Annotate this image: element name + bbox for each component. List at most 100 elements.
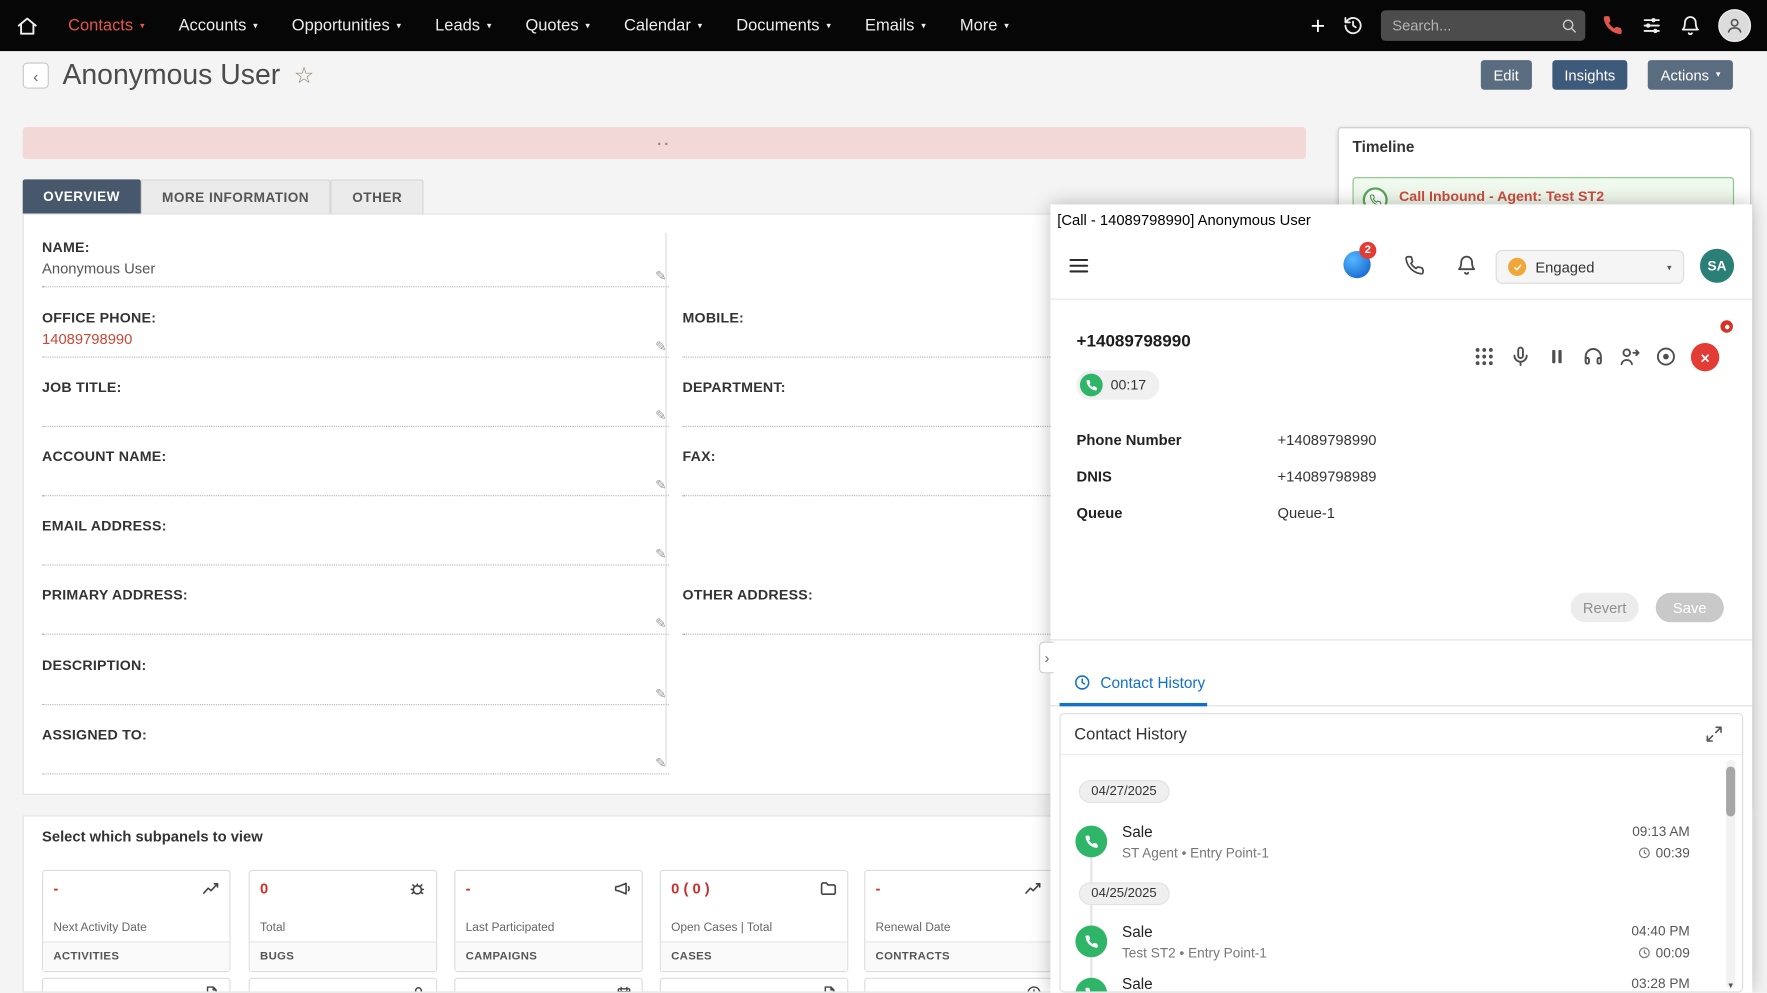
- entry-duration: 00:09: [1637, 945, 1689, 961]
- notifications-bell-icon[interactable]: [1680, 15, 1702, 37]
- subpanels-title: Select which subpanels to view: [42, 828, 263, 845]
- panel-collapse-handle[interactable]: ›: [1039, 642, 1054, 674]
- nav-item-quotes[interactable]: Quotes▾: [525, 16, 589, 34]
- recording-indicator-icon: [1720, 320, 1732, 332]
- edit-pencil-icon[interactable]: ✎: [655, 686, 666, 702]
- subpanel-card-contracts[interactable]: - Renewal Date CONTRACTS: [864, 870, 1053, 972]
- contact-history-list: 04/27/2025 Sale ST Agent • Entry Point-1…: [1061, 755, 1742, 991]
- nav-item-contacts[interactable]: Contacts▾: [68, 16, 144, 34]
- save-button[interactable]: Save: [1656, 593, 1724, 623]
- nav-item-calendar[interactable]: Calendar▾: [624, 16, 702, 34]
- nav-item-more[interactable]: More▾: [960, 16, 1009, 34]
- bell-icon[interactable]: [1456, 254, 1478, 276]
- field-value[interactable]: [42, 678, 669, 697]
- subpanel-card-activities[interactable]: - Next Activity Date ACTIVITIES: [42, 870, 231, 972]
- collapse-dots-icon: ··: [657, 136, 671, 151]
- edit-pencil-icon[interactable]: ✎: [655, 546, 666, 562]
- home-icon[interactable]: [16, 14, 39, 37]
- phone-icon: [1080, 374, 1103, 397]
- transfer-icon[interactable]: [1618, 345, 1641, 368]
- end-call-button[interactable]: ×: [1691, 343, 1719, 371]
- back-button[interactable]: ‹: [23, 62, 49, 88]
- card-value: -: [53, 880, 58, 897]
- settings-sliders-icon[interactable]: [1641, 15, 1663, 37]
- subpanel-card-partial[interactable]: [249, 978, 438, 993]
- field-value[interactable]: [42, 469, 669, 488]
- alert-bar[interactable]: ··: [23, 127, 1306, 159]
- history-entry[interactable]: Sale ST Agent • Entry Point-1 09:13 AM 0…: [1061, 826, 1742, 871]
- subpanel-card-campaigns[interactable]: - Last Participated CAMPAIGNS: [454, 870, 643, 972]
- clock-icon: [1073, 673, 1091, 691]
- nav-item-leads[interactable]: Leads▾: [435, 16, 491, 34]
- search-input[interactable]: [1381, 10, 1585, 41]
- edit-pencil-icon[interactable]: ✎: [655, 268, 666, 284]
- subpanel-card-partial[interactable]: [864, 978, 1053, 993]
- call-widget-header: 2 Engaged ▾ SA: [1050, 234, 1752, 300]
- chevron-down-icon: ▾: [921, 21, 926, 30]
- field-description: DESCRIPTION: ✎: [42, 658, 669, 706]
- field-value[interactable]: [42, 608, 669, 627]
- keypad-icon[interactable]: [1473, 345, 1496, 368]
- subpanel-card-bugs[interactable]: 0 Total BUGS: [249, 870, 438, 972]
- field-value-phone-link[interactable]: 14089798990: [42, 330, 669, 349]
- subpanel-card-partial[interactable]: [42, 978, 231, 993]
- revert-button[interactable]: Revert: [1571, 593, 1639, 623]
- call-widget-overlay: [Call - 14089798990] Anonymous User 2 En…: [1050, 204, 1752, 992]
- nav-item-opportunities[interactable]: Opportunities▾: [292, 16, 401, 34]
- subpanel-card-cases[interactable]: 0 ( 0 ) Open Cases | Total CASES: [660, 870, 849, 972]
- history-icon[interactable]: [1342, 15, 1364, 37]
- field-job-title: JOB TITLE: ✎: [42, 379, 669, 427]
- navbar-actions: +: [1311, 9, 1751, 42]
- actions-button[interactable]: Actions▾: [1648, 60, 1733, 90]
- contact-history-header: Contact History: [1061, 714, 1742, 755]
- field-value[interactable]: [42, 747, 669, 766]
- timeline-title: Timeline: [1352, 139, 1414, 156]
- hamburger-menu-icon[interactable]: [1066, 253, 1091, 278]
- chevron-down-icon: ▾: [698, 21, 703, 30]
- hold-icon[interactable]: [1546, 345, 1569, 368]
- nav-item-documents[interactable]: Documents▾: [736, 16, 831, 34]
- history-entry[interactable]: Sale Test ST2 • Entry Point-1 04:40 PM 0…: [1061, 926, 1742, 971]
- tab-other[interactable]: OTHER: [331, 179, 424, 213]
- entry-time: 09:13 AM: [1632, 823, 1690, 839]
- field-value[interactable]: Anonymous User: [42, 260, 669, 279]
- phone-icon[interactable]: [1405, 256, 1425, 276]
- app-window: Contacts▾ Accounts▾ Opportunities▾ Leads…: [0, 0, 1767, 993]
- nav-item-emails[interactable]: Emails▾: [865, 16, 926, 34]
- search-icon[interactable]: [1560, 17, 1577, 34]
- card-value: -: [876, 880, 881, 897]
- scrollbar-thumb[interactable]: [1726, 767, 1735, 817]
- record-icon[interactable]: [1655, 345, 1678, 368]
- user-avatar[interactable]: [1718, 9, 1751, 42]
- tab-overview[interactable]: OVERVIEW: [23, 179, 141, 213]
- edit-pencil-icon[interactable]: ✎: [655, 615, 666, 631]
- nav-item-accounts[interactable]: Accounts▾: [179, 16, 258, 34]
- agent-status-dropdown[interactable]: Engaged ▾: [1496, 250, 1685, 284]
- subpanel-card-partial[interactable]: [454, 978, 643, 993]
- tab-contact-history[interactable]: Contact History: [1060, 660, 1208, 705]
- history-entry[interactable]: Sale 03:28 PM: [1061, 978, 1742, 993]
- phone-icon[interactable]: [1602, 15, 1624, 37]
- consult-icon[interactable]: [1582, 345, 1605, 368]
- expand-icon[interactable]: [1705, 725, 1724, 744]
- document-icon: [203, 985, 220, 993]
- edit-button[interactable]: Edit: [1481, 60, 1531, 90]
- entry-duration: 00:39: [1637, 845, 1689, 861]
- edit-pencil-icon[interactable]: ✎: [655, 477, 666, 493]
- field-value[interactable]: [42, 400, 669, 419]
- tab-more-information[interactable]: MORE INFORMATION: [140, 179, 330, 213]
- mute-icon[interactable]: [1509, 345, 1532, 368]
- insights-button[interactable]: Insights: [1552, 60, 1628, 90]
- edit-pencil-icon[interactable]: ✎: [655, 755, 666, 771]
- quick-create-icon[interactable]: +: [1311, 13, 1326, 38]
- edit-pencil-icon[interactable]: ✎: [655, 408, 666, 424]
- scroll-down-icon[interactable]: ▼: [1726, 982, 1735, 990]
- edit-pencil-icon[interactable]: ✎: [655, 338, 666, 354]
- subpanel-card-partial[interactable]: [660, 978, 849, 993]
- card-metric: Last Participated: [466, 921, 555, 935]
- agent-avatar[interactable]: SA: [1700, 249, 1734, 283]
- favorite-star-icon[interactable]: ☆: [294, 61, 314, 89]
- scrollbar[interactable]: ▼: [1726, 760, 1735, 989]
- field-value[interactable]: [42, 538, 669, 557]
- call-icon: [1075, 926, 1107, 958]
